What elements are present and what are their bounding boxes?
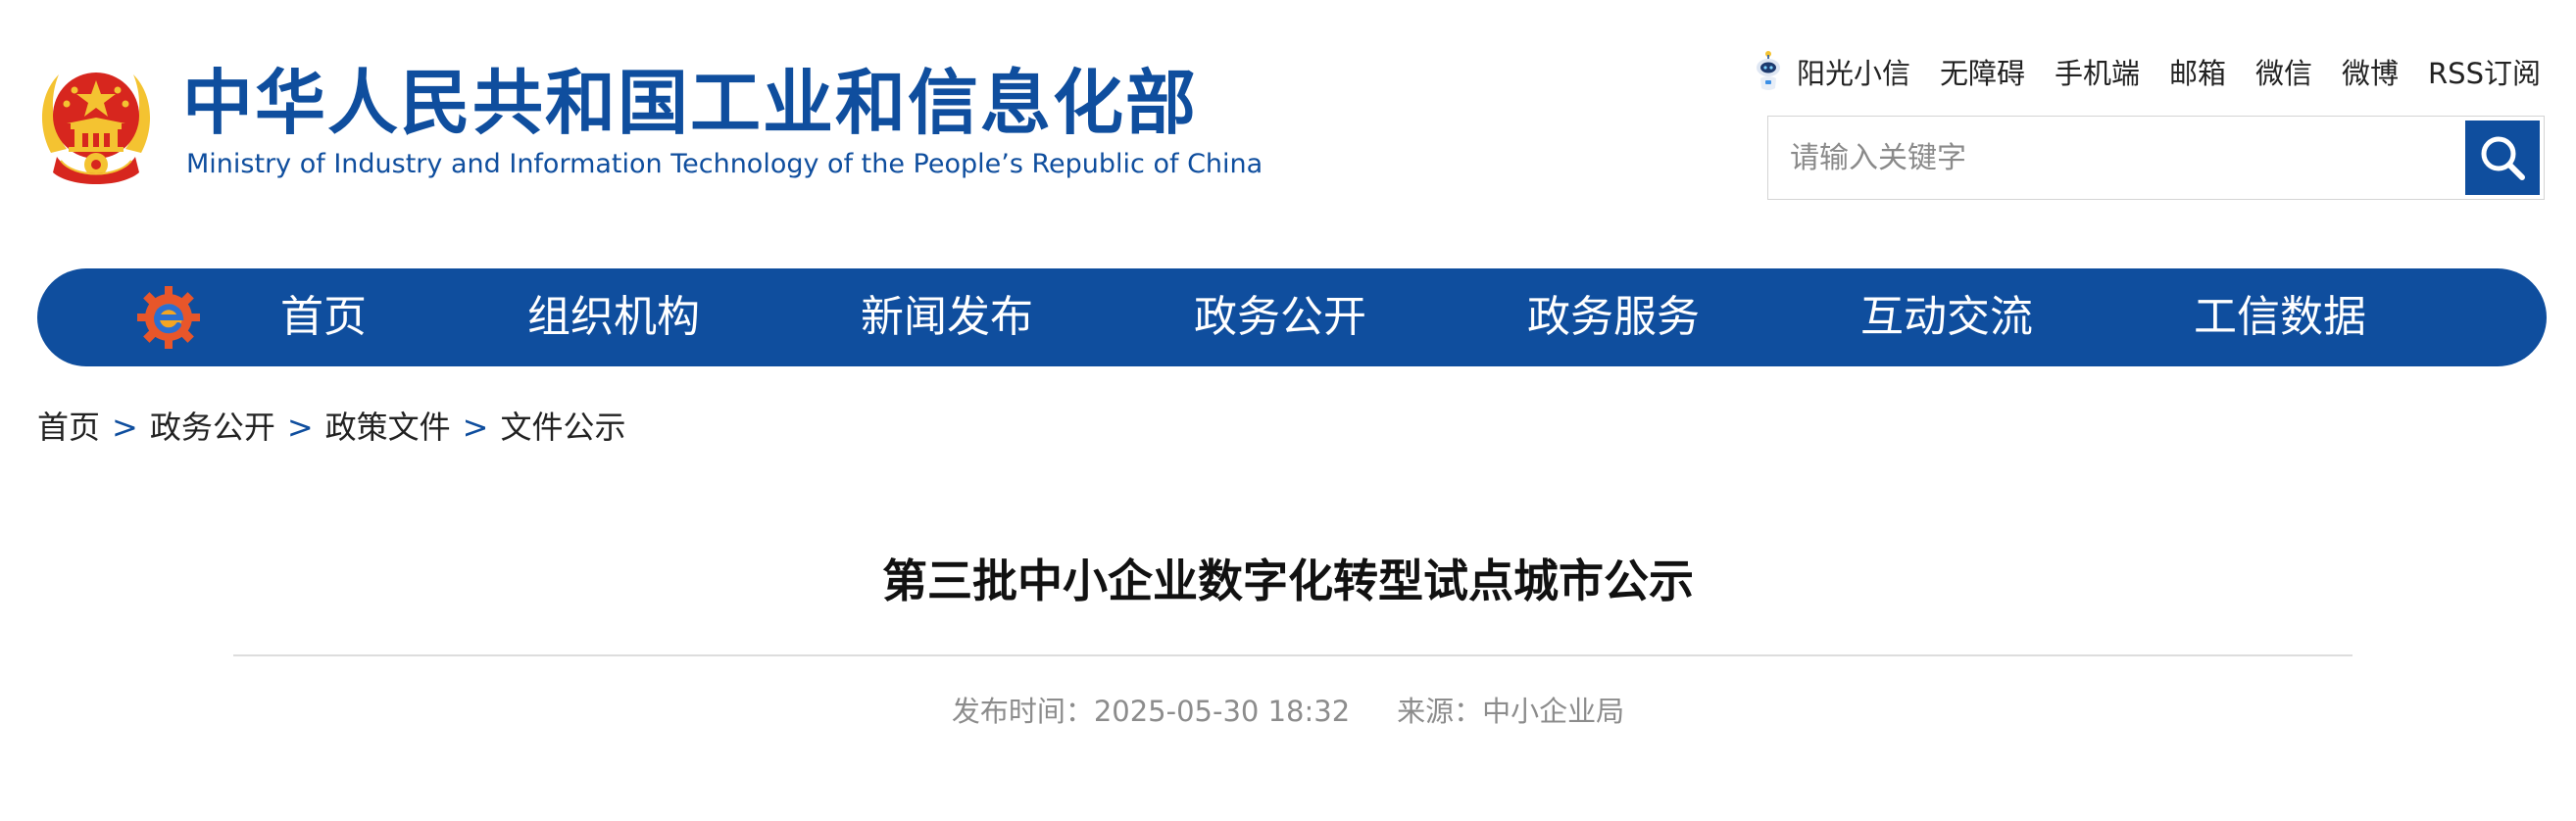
search-input[interactable] [1768,117,2454,199]
article-meta: 发布时间：2025-05-30 18:32 来源：中小企业局 [0,690,2576,733]
search-icon [2481,136,2525,180]
robot-assistant-icon [1756,51,1780,90]
site-subtitle-en[interactable]: Ministry of Industry and Information Tec… [186,147,1263,182]
publish-time-label: 发布时间： [951,695,1094,728]
nav-item-interaction[interactable]: 互动交流 [1860,268,2033,366]
main-nav: 首页 组织机构 新闻发布 政务公开 政务服务 互动交流 工信数据 [37,268,2547,366]
assistant-link-label: 阳光小信 [1796,57,1910,90]
national-emblem-icon[interactable] [37,59,155,190]
nav-item-gov-affairs[interactable]: 政务公开 [1194,268,1366,366]
source-label: 来源： [1397,695,1483,728]
nav-item-data[interactable]: 工信数据 [2194,268,2366,366]
assistant-link[interactable]: 阳光小信 [1752,49,1910,94]
weibo-link[interactable]: 微博 [2342,51,2399,92]
breadcrumb-separator: > [462,409,489,446]
e-gear-logo-icon[interactable] [135,284,202,351]
title-divider [233,654,2353,656]
article-title: 第三批中小企业数字化转型试点城市公示 [882,555,1694,607]
breadcrumb-gov-affairs[interactable]: 政务公开 [150,409,275,446]
breadcrumb-doc-notice[interactable]: 文件公示 [500,409,625,446]
nav-item-home[interactable]: 首页 [280,268,367,366]
breadcrumb: 首页 > 政务公开 > 政策文件 > 文件公示 [37,404,626,451]
breadcrumb-home[interactable]: 首页 [37,409,100,446]
mail-link[interactable]: 邮箱 [2169,51,2226,92]
breadcrumb-policy-docs[interactable]: 政策文件 [325,409,451,446]
wechat-link[interactable]: 微信 [2255,51,2312,92]
rss-link[interactable]: RSS订阅 [2428,51,2541,92]
breadcrumb-separator: > [286,409,314,446]
site-title[interactable]: 中华人民共和国工业和信息化部 [182,61,1198,145]
publish-time: 2025-05-30 18:32 [1093,695,1351,728]
search-button[interactable] [2465,121,2540,195]
breadcrumb-separator: > [112,409,138,446]
nav-item-gov-services[interactable]: 政务服务 [1527,268,1700,366]
top-links-bar: 阳光小信 无障碍 手机端 邮箱 微信 微博 RSS订阅 [1722,49,2541,94]
nav-item-news[interactable]: 新闻发布 [861,268,1033,366]
mobile-link[interactable]: 手机端 [2055,51,2140,92]
search-box [1767,116,2545,200]
accessibility-link[interactable]: 无障碍 [1940,51,2025,92]
nav-item-organization[interactable]: 组织机构 [527,268,700,366]
source-value: 中小企业局 [1482,695,1625,728]
